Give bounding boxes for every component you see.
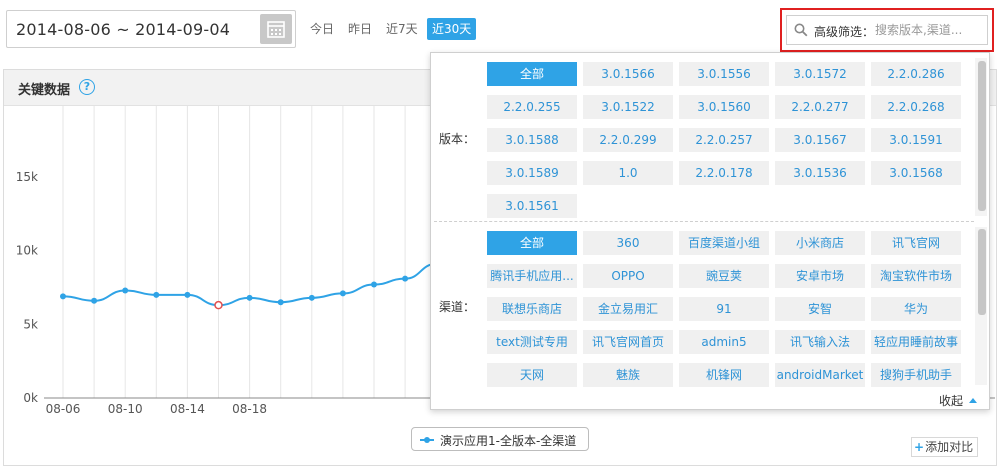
version-chip[interactable]: 3.0.1589 [487,161,577,185]
collapse-button[interactable]: 收起 [939,392,978,409]
channel-chip[interactable]: 机锋网 [679,363,769,387]
add-compare-label: 添加对比 [925,440,974,454]
highlighted-data-point [214,300,223,310]
legend-label: 演示应用1-全版本-全渠道 [440,434,577,448]
channel-chip[interactable]: 腾讯手机应用... [487,264,577,288]
channel-chip[interactable]: admin5 [679,330,769,354]
channel-chip[interactable]: 讯飞官网 [871,231,961,255]
version-chip[interactable]: 3.0.1561 [487,194,577,218]
channel-chip[interactable]: text测试专用 [487,330,577,354]
channel-chip[interactable]: 轻应用睡前故事 [871,330,961,354]
version-chip[interactable]: 3.0.1591 [871,128,961,152]
version-label: 版本： [439,132,476,146]
channel-chip[interactable]: 百度渠道小组 [679,231,769,255]
version-chip[interactable]: 2.2.0.277 [775,95,865,119]
legend-dot-marker [424,437,430,443]
channel-chip[interactable]: OPPO [583,264,673,288]
section-divider [434,221,974,222]
add-compare-button[interactable]: +添加对比 [911,437,979,457]
x-tick-label: 08-06 [46,402,81,416]
version-chip[interactable]: 3.0.1566 [583,62,673,86]
data-point [122,287,129,294]
data-point [184,291,191,298]
x-tick-label: 08-14 [170,402,205,416]
channel-scrollbar[interactable] [978,229,986,315]
version-chip[interactable]: 3.0.1588 [487,128,577,152]
channel-chip[interactable]: 讯飞官网首页 [583,330,673,354]
data-point [371,281,377,288]
chevron-up-icon [969,398,978,403]
y-tick-label: 5k [23,317,38,331]
channel-chip[interactable]: 豌豆荚 [679,264,769,288]
channel-chip[interactable]: 91 [679,297,769,321]
channel-chip[interactable]: androidMarket [775,363,865,387]
channel-chip[interactable]: 淘宝软件市场 [871,264,961,288]
version-chip[interactable]: 2.2.0.255 [487,95,577,119]
channel-chip[interactable]: 魅族 [583,363,673,387]
channel-label: 渠道： [439,300,476,314]
y-tick-label: 10k [16,244,38,258]
version-chip[interactable]: 2.2.0.286 [871,62,961,86]
data-point [246,294,253,301]
y-tick-label: 0k [23,391,38,405]
version-chip[interactable]: 2.2.0.257 [679,128,769,152]
version-chip[interactable]: 3.0.1568 [871,161,961,185]
channel-chip[interactable]: 华为 [871,297,961,321]
version-chip[interactable]: 3.0.1560 [679,95,769,119]
version-chip[interactable]: 3.0.1556 [679,62,769,86]
version-chip[interactable]: 1.0 [583,161,673,185]
version-chip[interactable]: 2.2.0.299 [583,128,673,152]
x-tick-label: 08-18 [232,402,267,416]
data-point [60,293,66,300]
version-chip[interactable]: 3.0.1567 [775,128,865,152]
x-tick-label: 08-10 [108,402,143,416]
plus-icon: + [914,440,925,454]
version-chip[interactable]: 3.0.1536 [775,161,865,185]
version-scrollbar[interactable] [978,61,986,211]
y-tick-label: 15k [16,170,38,184]
data-point [91,297,98,304]
version-chip[interactable]: 3.0.1522 [583,95,673,119]
channel-chip[interactable]: 安卓市场 [775,264,865,288]
channel-chip[interactable]: 搜狗手机助手 [871,363,961,387]
collapse-label: 收起 [939,394,964,408]
filter-dropdown: 版本： 渠道： 收起 全部 3.0.1566 3.0.1556 3.0.1572 2.2… [430,52,990,410]
version-chip[interactable]: 全部 [487,62,577,86]
version-chip[interactable]: 3.0.1572 [775,62,865,86]
version-chip[interactable]: 2.2.0.268 [871,95,961,119]
version-chip[interactable]: 2.2.0.178 [679,161,769,185]
channel-chip[interactable]: 联想乐商店 [487,297,577,321]
data-point [277,299,284,306]
channel-chip[interactable]: 安智 [775,297,865,321]
channel-chip[interactable]: 天网 [487,363,577,387]
data-point [402,275,409,282]
data-point [153,291,160,298]
channel-chip[interactable]: 讯飞输入法 [775,330,865,354]
chart-legend-item[interactable]: 演示应用1-全版本-全渠道 [411,427,589,451]
channel-chip[interactable]: 小米商店 [775,231,865,255]
data-point [339,290,346,297]
data-point [308,294,315,301]
channel-chip[interactable]: 金立易用汇 [583,297,673,321]
channel-chip[interactable]: 全部 [487,231,577,255]
channel-chip[interactable]: 360 [583,231,673,255]
